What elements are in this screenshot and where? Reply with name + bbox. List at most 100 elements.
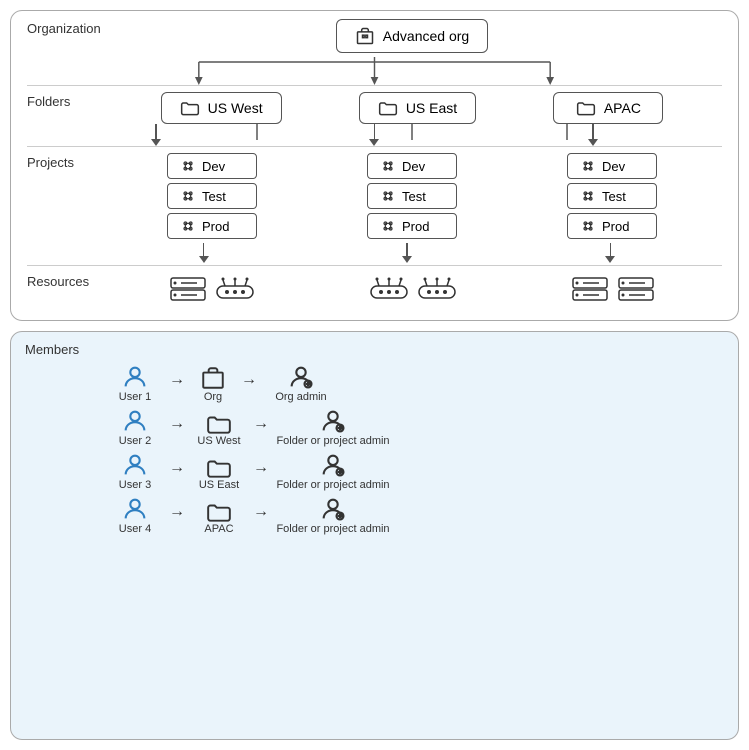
- folder-target-icon: [206, 457, 232, 479]
- folder-role-label-1: Folder or project admin: [276, 435, 389, 447]
- member-user3: User 3: [105, 451, 165, 491]
- arrow-icon: →: [169, 459, 185, 491]
- org-label: Organization: [27, 19, 102, 36]
- org-admin-icon: [287, 363, 315, 391]
- member-uswest-target: US West: [189, 413, 249, 447]
- folder-apac: APAC: [553, 92, 663, 124]
- members-list: User 1 → Org →: [25, 363, 724, 535]
- projects-section: Projects Dev: [27, 146, 722, 239]
- project-icon: [180, 158, 196, 174]
- member-row-0: User 1 → Org →: [105, 363, 724, 403]
- folder-uswest: US West: [161, 92, 282, 124]
- member-useast-target: US East: [189, 457, 249, 491]
- uswest-target-label: US West: [197, 435, 240, 447]
- member-row-3: User 4 → APAC →: [105, 495, 724, 535]
- folder-icon: [180, 99, 200, 117]
- user-icon: [121, 363, 149, 391]
- folders-label: Folders: [27, 92, 102, 109]
- project-prod-1: Prod: [367, 213, 457, 239]
- useast-target-label: US East: [199, 479, 239, 491]
- arrow-icon: →: [169, 415, 185, 447]
- folder-to-project-arrows: [27, 124, 722, 146]
- arrow-icon: →: [169, 503, 185, 535]
- resource-group-0: [169, 276, 255, 308]
- project-group-apac: Dev Test Prod: [567, 153, 657, 239]
- folder-uswest-label: US West: [208, 100, 263, 116]
- arrow-icon: →: [253, 503, 269, 535]
- folder-admin-icon: [319, 495, 347, 523]
- project-icon: [580, 188, 596, 204]
- member-folder-role-1: Folder or project admin: [273, 407, 393, 447]
- projects-label: Projects: [27, 153, 102, 170]
- members-section: Members User 1 → Org: [10, 331, 739, 740]
- connector-lines: [27, 57, 722, 85]
- project-icon: [380, 188, 396, 204]
- org-role-label: Org admin: [275, 391, 326, 403]
- project-group-useast: Dev Test Prod: [367, 153, 457, 239]
- org-box: Advanced org: [336, 19, 488, 53]
- member-user1: User 1: [105, 363, 165, 403]
- member-row-1: User 2 → US West →: [105, 407, 724, 447]
- arrow-icon: →: [241, 371, 257, 403]
- project-test-1: Test: [367, 183, 457, 209]
- project-icon: [380, 158, 396, 174]
- members-label: Members: [25, 342, 724, 357]
- user3-label: User 3: [119, 479, 151, 491]
- folder-admin-icon: [319, 451, 347, 479]
- proj-label: Dev: [602, 159, 625, 174]
- proj-label: Prod: [402, 219, 429, 234]
- member-apac-target: APAC: [189, 501, 249, 535]
- project-icon: [380, 218, 396, 234]
- project-icon: [180, 188, 196, 204]
- org-target-icon: [200, 365, 226, 391]
- server-icon: [617, 276, 655, 308]
- folders-section: Folders US West US East: [27, 85, 722, 124]
- org-name: Advanced org: [383, 28, 469, 44]
- folder-target-icon: [206, 413, 232, 435]
- project-icon: [580, 218, 596, 234]
- folder-useast-label: US East: [406, 100, 457, 116]
- project-dev-0: Dev: [167, 153, 257, 179]
- router-icon: [215, 276, 255, 308]
- user-icon: [121, 407, 149, 435]
- user2-label: User 2: [119, 435, 151, 447]
- router-icon: [369, 276, 409, 308]
- project-icon: [580, 158, 596, 174]
- resource-group-2: [571, 276, 655, 308]
- proj-label: Prod: [202, 219, 229, 234]
- folder-admin-icon: [319, 407, 347, 435]
- arrow-icon: →: [253, 459, 269, 491]
- server-icon: [571, 276, 609, 308]
- folder-role-label-3: Folder or project admin: [276, 523, 389, 535]
- proj-label: Test: [602, 189, 626, 204]
- server-icon: [169, 276, 207, 308]
- folder-useast: US East: [359, 92, 476, 124]
- user-icon: [121, 495, 149, 523]
- main-container: Organization Advanced org: [0, 0, 749, 750]
- project-prod-2: Prod: [567, 213, 657, 239]
- project-dev-2: Dev: [567, 153, 657, 179]
- proj-label: Prod: [602, 219, 629, 234]
- router-icon: [417, 276, 457, 308]
- user1-label: User 1: [119, 391, 151, 403]
- folder-role-label-2: Folder or project admin: [276, 479, 389, 491]
- org-target-label: Org: [204, 391, 222, 403]
- project-test-2: Test: [567, 183, 657, 209]
- member-folder-role-2: Folder or project admin: [273, 451, 393, 491]
- folder-apac-label: APAC: [604, 100, 641, 116]
- user-icon: [121, 451, 149, 479]
- building-icon: [355, 26, 375, 46]
- member-folder-role-3: Folder or project admin: [273, 495, 393, 535]
- proj-label: Dev: [402, 159, 425, 174]
- resources-label: Resources: [27, 272, 102, 289]
- proj-label: Test: [202, 189, 226, 204]
- member-row-2: User 3 → US East →: [105, 451, 724, 491]
- org-to-folder-arrows: [27, 57, 722, 85]
- resources-section: Resources: [27, 265, 722, 312]
- folder-icon: [378, 99, 398, 117]
- project-prod-0: Prod: [167, 213, 257, 239]
- member-org-role: Org admin: [261, 363, 341, 403]
- folder-icon: [576, 99, 596, 117]
- project-group-uswest: Dev Test Prod: [167, 153, 257, 239]
- arrow-icon: →: [253, 415, 269, 447]
